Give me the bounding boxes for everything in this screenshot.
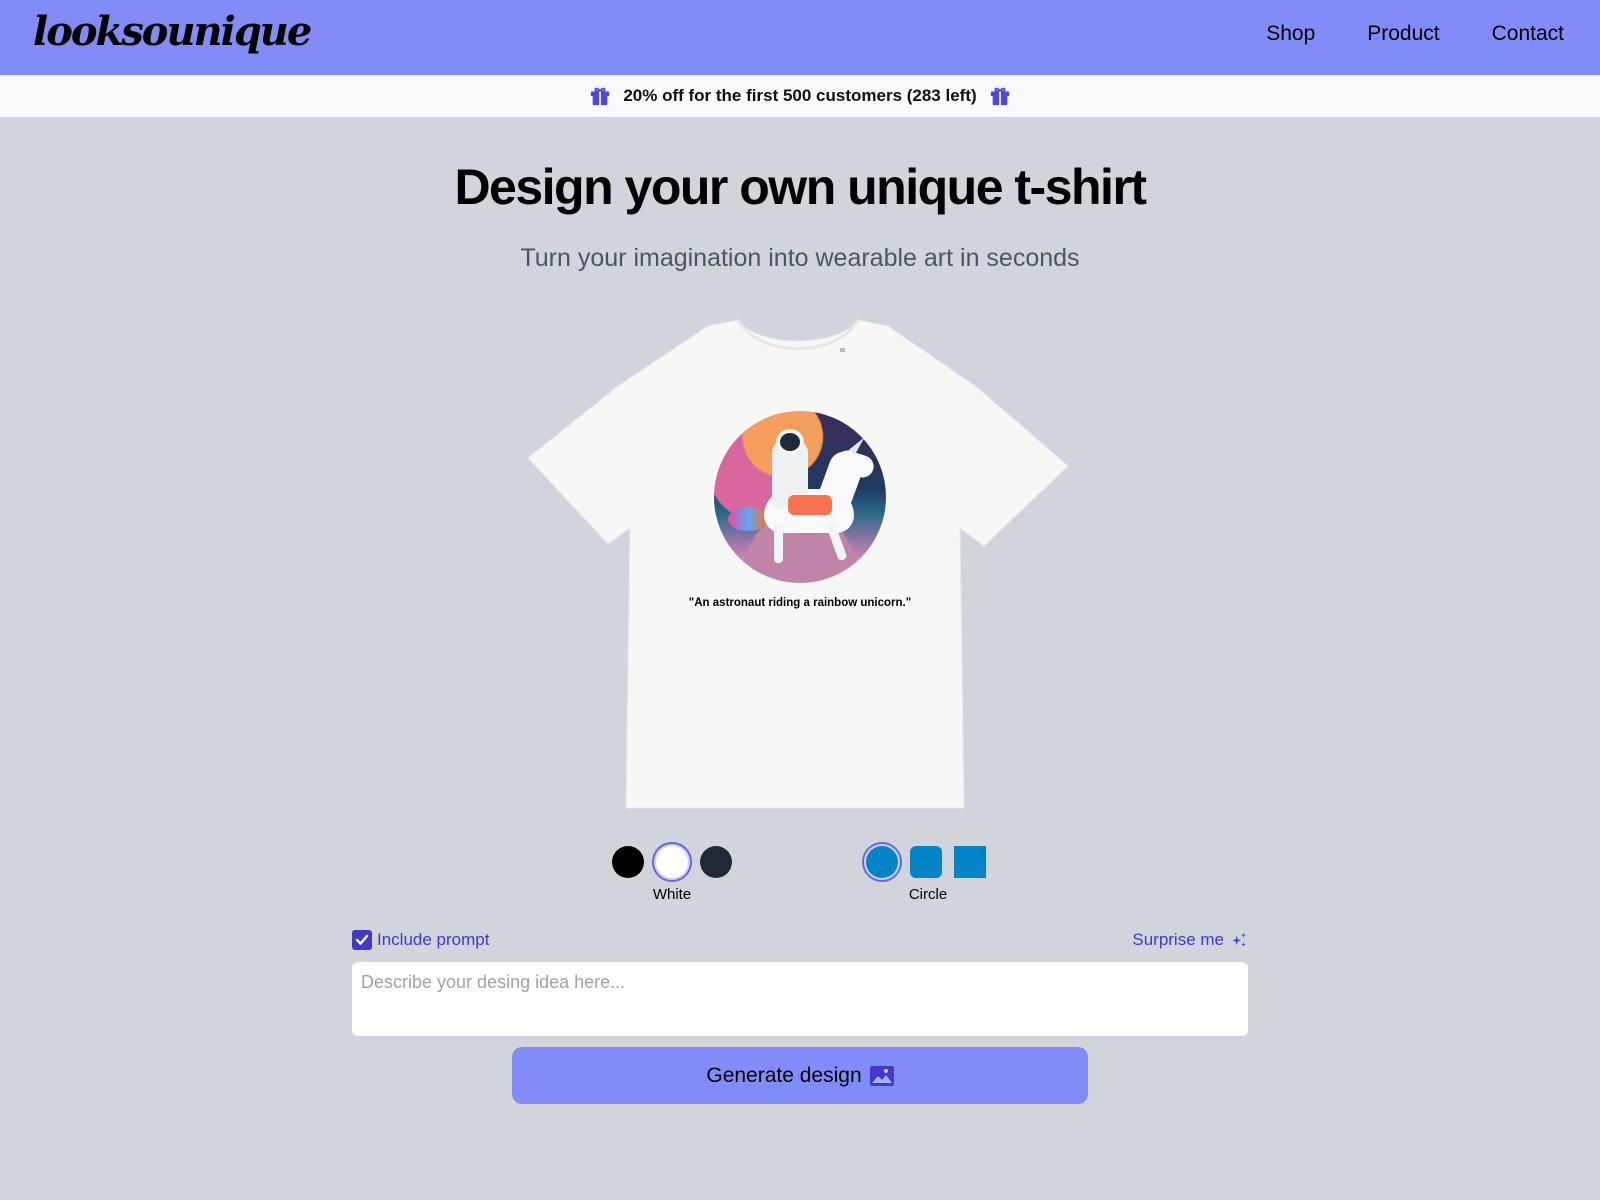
unicorn-leg xyxy=(774,523,783,563)
shirt-color-picker xyxy=(612,842,732,882)
selected-color-label: White xyxy=(652,886,692,903)
generate-design-button[interactable]: Generate design xyxy=(512,1047,1088,1104)
page-subtitle: Turn your imagination into wearable art … xyxy=(520,244,1080,272)
astronaut-helmet xyxy=(776,429,804,455)
include-prompt-checkbox[interactable] xyxy=(352,930,372,950)
page-title: Design your own unique t-shirt xyxy=(454,159,1147,215)
saddle xyxy=(788,495,832,515)
nav-link-shop[interactable]: Shop xyxy=(1266,22,1315,46)
shape-option-rounded[interactable] xyxy=(910,846,942,878)
surprise-me-button[interactable]: Surprise me xyxy=(1132,930,1248,950)
generate-design-label: Generate design xyxy=(706,1063,862,1087)
design-caption: "An astronaut riding a rainbow unicorn." xyxy=(688,597,912,609)
promo-banner: 20% off for the first 500 customers (283… xyxy=(0,75,1600,117)
shape-option-square[interactable] xyxy=(954,846,986,878)
design-prompt-input[interactable] xyxy=(352,962,1248,1036)
gift-icon xyxy=(990,87,1009,106)
unicorn-tail xyxy=(728,507,768,531)
sparkles-icon xyxy=(1232,932,1247,947)
nav-link-contact[interactable]: Contact xyxy=(1492,22,1564,46)
shape-picker xyxy=(862,842,986,882)
gift-icon xyxy=(591,87,610,106)
include-prompt-label: Include prompt xyxy=(377,930,490,949)
tshirt-preview: "An astronaut riding a rainbow unicorn." xyxy=(528,318,1068,818)
color-swatch-white[interactable] xyxy=(652,842,692,882)
color-swatch-black[interactable] xyxy=(612,846,644,878)
checkmark-icon xyxy=(355,934,369,945)
unicorn-horn xyxy=(848,434,868,456)
nav-link-product[interactable]: Product xyxy=(1367,22,1439,46)
logo[interactable]: looksounique xyxy=(33,8,312,55)
selected-shape-label: Circle xyxy=(908,886,948,903)
design-image xyxy=(714,411,886,583)
navbar: looksounique Shop Product Contact xyxy=(0,0,1600,75)
color-swatch-navy[interactable] xyxy=(700,846,732,878)
shape-option-circle[interactable] xyxy=(862,842,902,882)
image-icon xyxy=(869,1065,894,1086)
promo-text: 20% off for the first 500 customers (283… xyxy=(623,86,977,105)
include-prompt-toggle[interactable]: Include prompt xyxy=(352,930,489,950)
nav-links: Shop Product Contact xyxy=(1266,22,1564,46)
surprise-me-label: Surprise me xyxy=(1132,930,1224,949)
